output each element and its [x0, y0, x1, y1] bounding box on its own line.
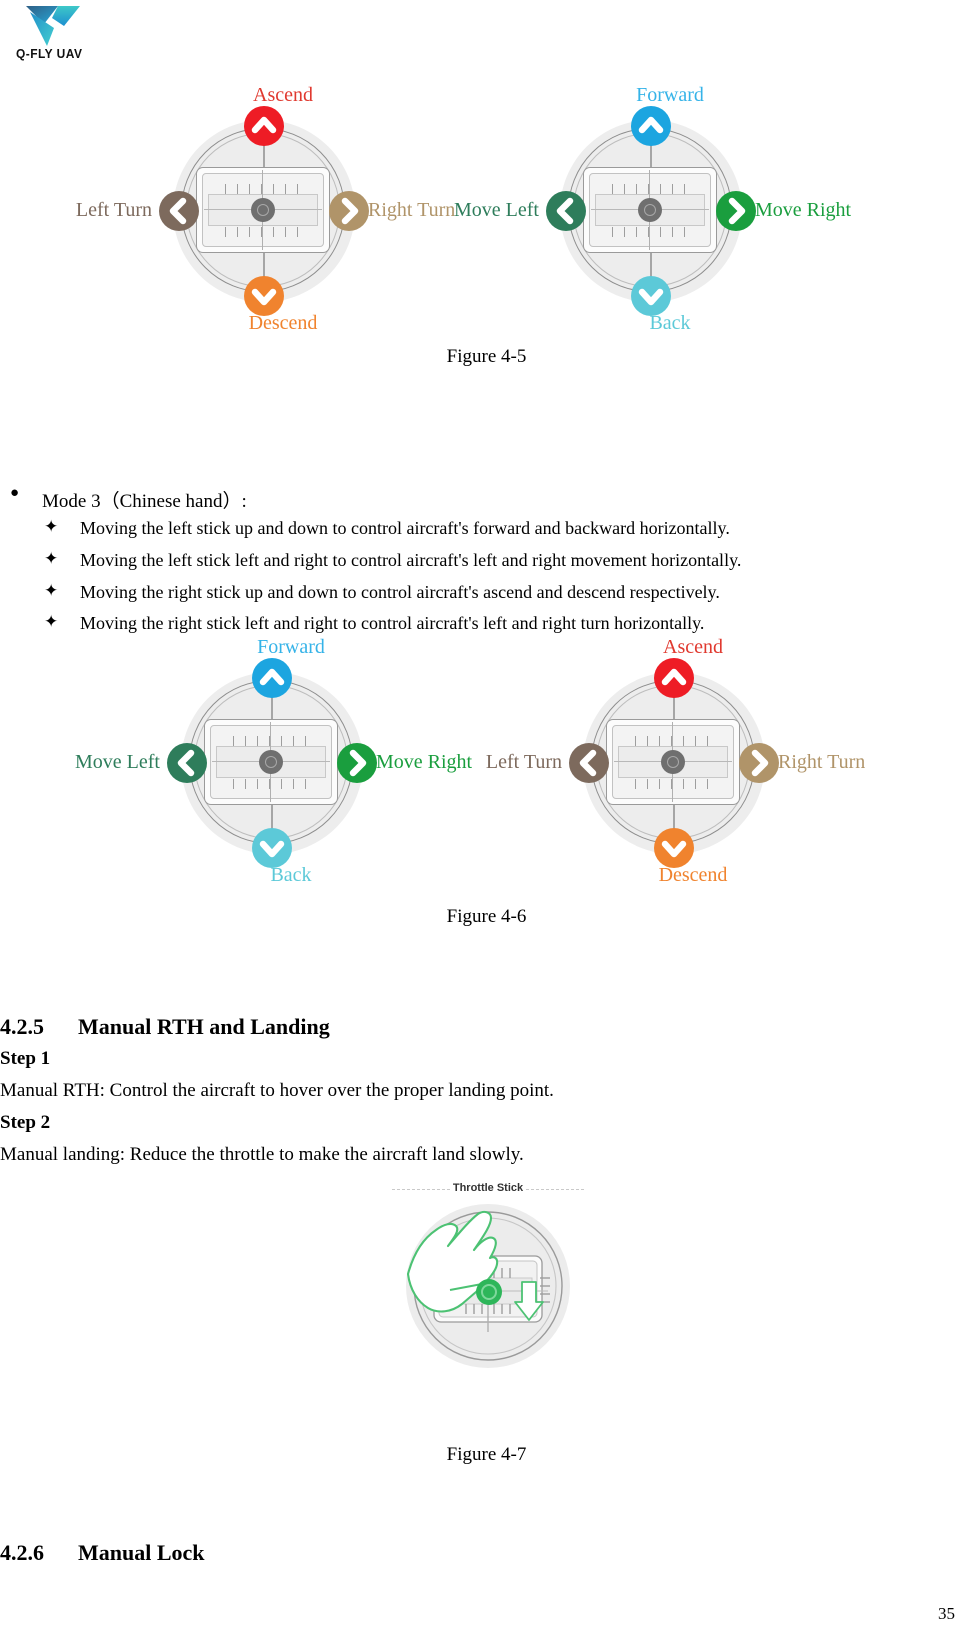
label-left: Left Turn — [75, 199, 152, 221]
mode3-item-text: Moving the left stick up and down to con… — [80, 518, 730, 538]
label-right: Move Right — [376, 751, 473, 773]
gimbal-ticks-bottom — [225, 227, 301, 237]
stick-knob — [661, 750, 685, 774]
label-down: Descend — [248, 312, 318, 334]
chevron-up-icon — [252, 658, 292, 698]
label-up: Ascend — [663, 636, 723, 658]
diamond-bullet-icon: ✦ — [44, 549, 59, 568]
figure-4-6-caption: Figure 4-6 — [446, 906, 527, 927]
stick-knob — [251, 198, 275, 222]
stick-stem-up — [650, 142, 652, 170]
chevron-down-icon — [244, 276, 284, 316]
gimbal-ticks-top — [612, 184, 688, 194]
label-down: Descend — [658, 864, 728, 886]
stick-knob — [638, 198, 662, 222]
step-2-text: Manual landing: Reduce the throttle to m… — [0, 1144, 524, 1165]
section-title: Manual Lock — [78, 1540, 205, 1565]
label-down: Back — [270, 864, 312, 886]
chevron-left-icon — [167, 743, 207, 783]
gimbal-ticks-bottom — [233, 779, 309, 789]
stick-knob — [259, 750, 283, 774]
figure-4-5-right-stick-diagram: Forward Back Move Left Move Right — [454, 84, 851, 334]
step-2-label: Step 2 — [0, 1112, 51, 1133]
section-4-2-6-heading: 4.2.6 Manual Lock — [0, 1540, 205, 1566]
chevron-down-icon — [252, 828, 292, 868]
step-1-text: Manual RTH: Control the aircraft to hove… — [0, 1080, 554, 1101]
gimbal-ticks-top — [233, 736, 309, 746]
section-number: 4.2.5 — [0, 1014, 44, 1039]
chevron-right-icon — [329, 191, 369, 231]
figure-4-6-left-stick-diagram: Forward Back Move Left Move Right — [75, 636, 472, 886]
label-left: Move Left — [75, 751, 160, 773]
label-up: Forward — [257, 636, 325, 658]
label-left: Left Turn — [485, 751, 562, 773]
stick-stem-down — [271, 802, 273, 830]
gimbal-ticks-top — [635, 736, 711, 746]
stick-stem-down — [263, 250, 265, 278]
throttle-illustration — [406, 1210, 563, 1361]
chevron-right-icon — [337, 743, 377, 783]
mode3-item-text: Moving the right stick up and down to co… — [80, 582, 720, 602]
stick-stem-down — [673, 802, 675, 830]
chevron-up-icon — [654, 658, 694, 698]
stick-stem-up — [673, 694, 675, 722]
diamond-bullet-icon: ✦ — [44, 581, 59, 600]
page-header: Q-FLY UAV — [0, 0, 973, 70]
bullet-dot-icon: ● — [10, 485, 20, 501]
chevron-down-icon — [654, 828, 694, 868]
figure-4-7-throttle-diagram: Throttle Stick — [390, 1182, 586, 1372]
figure-4-7-caption: Figure 4-7 — [446, 1444, 527, 1465]
section-4-2-5-heading: 4.2.5 Manual RTH and Landing — [0, 1014, 330, 1040]
figure-4-5-caption: Figure 4-5 — [446, 346, 527, 367]
mode3-item-text: Moving the right stick left and right to… — [80, 613, 705, 633]
chevron-right-icon — [739, 743, 779, 783]
label-left: Move Left — [454, 199, 539, 221]
chevron-right-icon — [716, 191, 756, 231]
stick-stem-up — [271, 694, 273, 722]
section-title: Manual RTH and Landing — [78, 1014, 330, 1039]
step-1-label: Step 1 — [0, 1048, 51, 1069]
stick-stem-down — [650, 250, 652, 278]
chevron-left-icon — [569, 743, 609, 783]
label-up: Ascend — [253, 84, 313, 106]
gimbal-ticks-bottom — [612, 227, 688, 237]
mode3-item-text: Moving the left stick left and right to … — [80, 550, 742, 570]
page-number: 35 — [938, 1604, 955, 1623]
stick-stem-up — [263, 142, 265, 170]
chevron-up-icon — [244, 106, 284, 146]
section-number: 4.2.6 — [0, 1540, 44, 1565]
label-right: Right Turn — [778, 751, 866, 773]
gimbal-ticks-top — [225, 184, 301, 194]
label-right: Right Turn — [368, 199, 456, 221]
chevron-up-icon — [631, 106, 671, 146]
chevron-left-icon — [159, 191, 199, 231]
chevron-down-icon — [631, 276, 671, 316]
diamond-bullet-icon: ✦ — [44, 517, 59, 536]
mode3-bullet-label: Mode 3（Chinese hand）: — [42, 491, 247, 512]
chevron-left-icon — [546, 191, 586, 231]
label-down: Back — [649, 312, 691, 334]
label-up: Forward — [636, 84, 704, 106]
figure-4-5-left-stick-diagram: Ascend Descend Left Turn Right Turn — [76, 84, 455, 334]
gimbal-ticks-bottom — [635, 779, 711, 789]
logo: Q-FLY UAV — [8, 2, 118, 66]
qfly-triangle-logo-icon — [24, 2, 82, 48]
figure-4-6-right-stick-diagram: Ascend Descend Left Turn Right Turn — [486, 636, 865, 886]
logo-text: Q-FLY UAV — [16, 46, 83, 61]
diamond-bullet-icon: ✦ — [44, 612, 59, 631]
label-right: Move Right — [755, 199, 852, 221]
